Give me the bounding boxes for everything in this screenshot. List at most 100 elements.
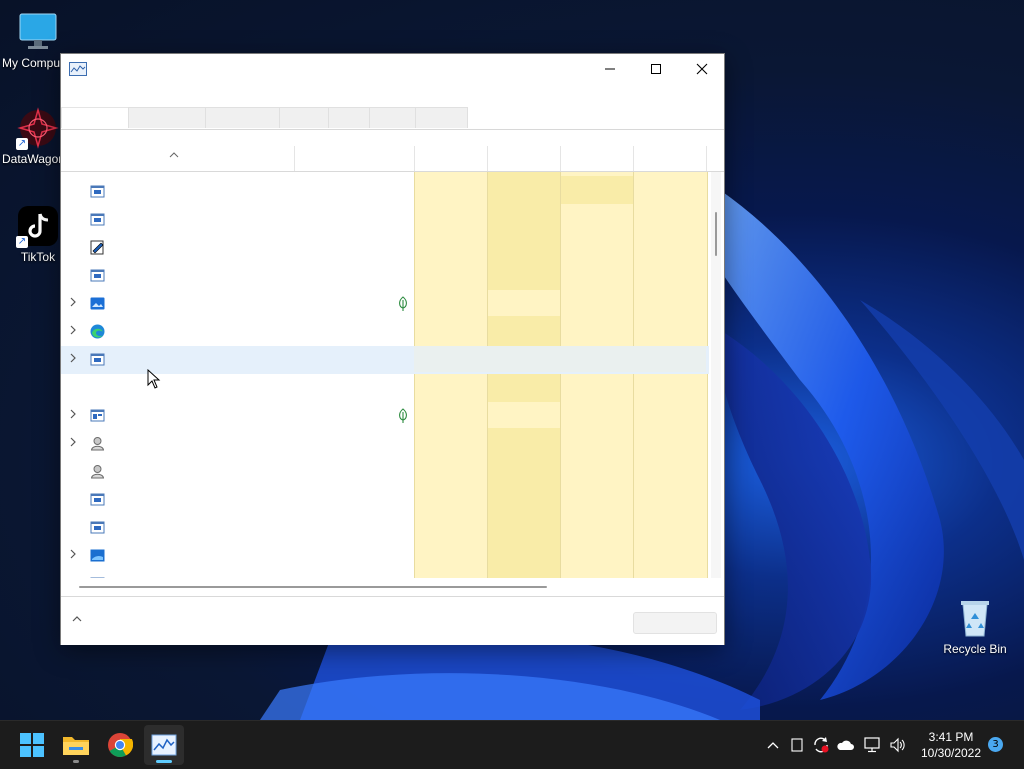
active-indicator [156,760,172,763]
tab-details[interactable] [369,107,416,128]
user-service-icon [90,436,105,451]
volume-icon [890,737,905,753]
efficiency-mode-leaf-icon [397,296,409,312]
tablet-tray-button[interactable] [786,721,808,769]
horizontal-scrollbar[interactable] [61,581,724,593]
clock[interactable]: 3:41 PM 10/30/2022 [912,729,990,761]
tab-performance[interactable] [128,107,206,128]
task-manager-taskbar-button[interactable] [144,725,184,765]
tab-bar [61,107,724,130]
minimize-icon [605,68,615,70]
windows-app-icon [90,548,105,563]
column-header-row [61,146,724,172]
process-row[interactable] [61,458,709,486]
app-window-icon [90,268,105,283]
column-divider [633,146,634,171]
process-row[interactable] [61,486,709,514]
close-icon [696,63,708,75]
chevron-right-icon[interactable] [68,409,80,421]
chevron-right-icon[interactable] [68,549,80,561]
horizontal-scroll-thumb[interactable] [79,586,547,588]
task-manager-icon [69,62,87,76]
taskbar: 3:41 PM 10/30/2022 3 [0,720,1024,769]
datawagon-icon: ↗ [16,106,60,150]
fewer-details-button[interactable] [71,613,83,627]
sync-icon [814,737,829,753]
tablet-icon [791,738,803,752]
chevron-right-icon[interactable] [68,353,80,365]
notepad-icon [90,240,105,255]
column-divider [560,146,561,171]
vertical-scroll-thumb[interactable] [715,212,717,256]
desktop-icon-recycle-bin[interactable]: Recycle Bin [939,596,1011,656]
chevron-right-icon[interactable] [68,297,80,309]
close-button[interactable] [679,54,725,84]
chevron-right-icon[interactable] [68,325,80,337]
start-button[interactable] [12,725,52,765]
chrome-icon [108,733,133,758]
app-window-icon [90,492,105,507]
chevron-up-icon [767,742,779,749]
task-manager-window[interactable] [60,53,725,645]
file-explorer-taskbar-button[interactable] [56,725,96,765]
app-window-icon [90,520,105,535]
edge-icon [90,324,105,339]
chevron-right-icon[interactable] [68,437,80,449]
network-tray-button[interactable] [860,721,884,769]
notification-badge[interactable]: 3 [988,737,1003,752]
tiktok-icon: ↗ [16,204,60,248]
monitor-icon [16,10,60,54]
app-window-icon [90,408,105,423]
end-task-button[interactable] [633,612,717,634]
shortcut-arrow-icon: ↗ [16,138,28,150]
tab-users[interactable] [328,107,370,128]
minimize-button[interactable] [587,54,633,84]
tab-processes[interactable] [61,107,129,128]
app-window-icon [90,352,105,367]
process-row[interactable] [61,178,709,206]
vertical-scrollbar[interactable] [711,172,721,578]
maximize-button[interactable] [633,54,679,84]
clock-time: 3:41 PM [928,730,974,744]
column-divider [414,146,415,171]
desktop-icon-label: Recycle Bin [943,642,1007,656]
task-manager-icon [151,734,177,756]
tab-startup[interactable] [279,107,329,128]
process-row[interactable] [61,570,709,578]
process-row[interactable] [61,514,709,542]
mouse-cursor-icon [147,369,161,389]
column-divider [706,146,707,171]
app-window-icon [90,184,105,199]
process-row[interactable] [61,542,709,570]
clock-date: 10/30/2022 [920,746,982,760]
maximize-icon [651,64,661,74]
title-bar[interactable] [61,54,724,102]
column-divider [487,146,488,171]
shortcut-arrow-icon: ↗ [16,236,28,248]
process-row[interactable] [61,262,709,290]
efficiency-mode-leaf-icon [397,408,409,424]
selected-row-overlay [414,346,706,372]
process-row[interactable] [61,430,709,458]
tab-services[interactable] [415,107,468,128]
process-row[interactable] [61,318,709,346]
column-divider [294,146,295,171]
recycle-bin-icon [953,596,997,640]
process-row[interactable] [61,234,709,262]
sync-tray-button[interactable] [810,721,832,769]
sort-ascending-icon[interactable] [169,148,179,162]
chrome-taskbar-button[interactable] [100,725,140,765]
onedrive-tray-button[interactable] [834,721,856,769]
process-row[interactable] [61,206,709,234]
process-row[interactable] [61,402,709,430]
show-hidden-icons-button[interactable] [762,721,784,769]
onedrive-icon [837,740,854,750]
volume-tray-button[interactable] [886,721,910,769]
tab-app-history[interactable] [205,107,280,128]
process-row[interactable] [61,290,709,318]
app-window-icon [90,212,105,227]
file-explorer-icon [63,737,89,755]
photo-app-icon [90,296,105,311]
running-indicator [73,760,79,763]
app-window-icon [90,576,105,578]
